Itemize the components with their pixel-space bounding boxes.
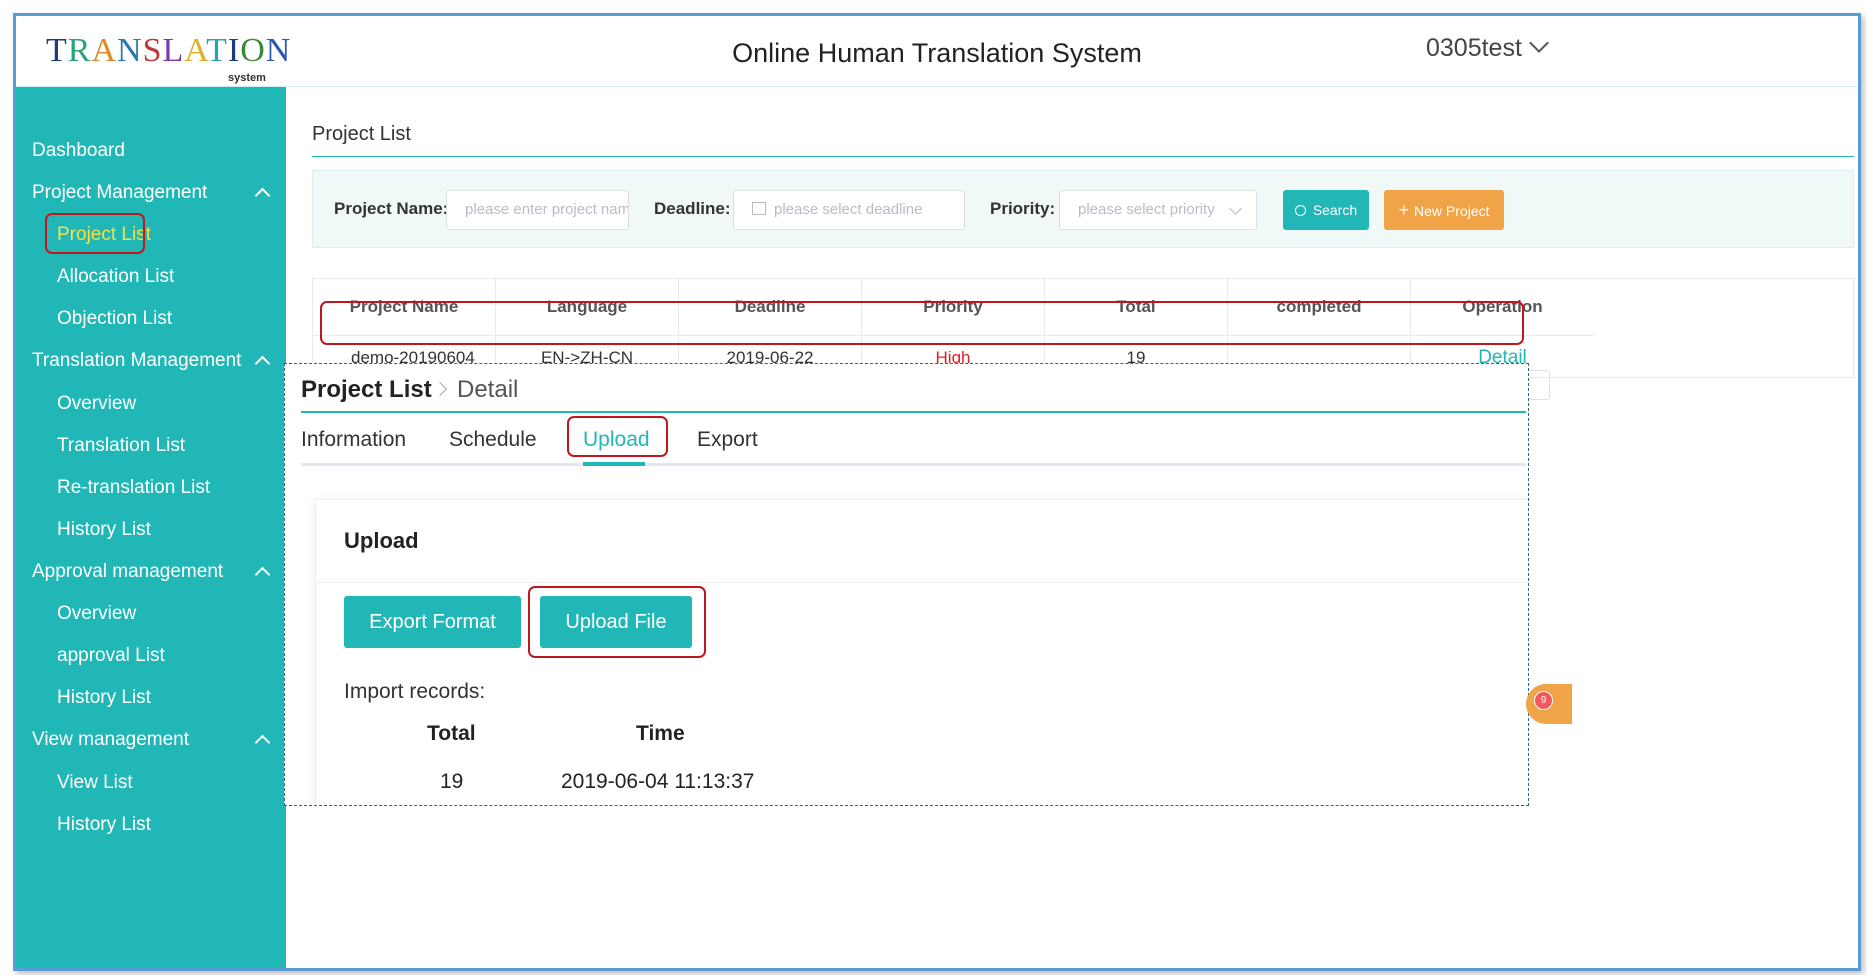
page-breadcrumb: Project List	[312, 123, 411, 145]
sidebar-item-approval-history[interactable]: History List	[16, 678, 286, 718]
sidebar-item-allocation-list[interactable]: Allocation List	[16, 257, 286, 297]
sidebar-item-translation-list[interactable]: Translation List	[16, 426, 286, 466]
sidebar-item-approval-list[interactable]: approval List	[16, 636, 286, 676]
sidebar-item-objection-list[interactable]: Objection List	[16, 299, 286, 339]
top-header: TRANSLATION system Online Human Translat…	[16, 16, 1858, 87]
breadcrumb-divider	[312, 156, 1854, 157]
sidebar-item-view-history[interactable]: History List	[16, 805, 286, 845]
import-records-label: Import records:	[344, 680, 486, 703]
tab-schedule[interactable]: Schedule	[449, 428, 537, 452]
tab-information[interactable]: Information	[301, 428, 406, 452]
chevron-up-icon	[254, 566, 271, 583]
breadcrumb-divider	[301, 411, 1526, 413]
sidebar-item-translation-history[interactable]: History List	[16, 510, 286, 550]
upload-card-title: Upload	[344, 528, 419, 553]
notification-badge: 9	[1534, 691, 1553, 710]
breadcrumb-project-list[interactable]: Project List	[301, 376, 432, 404]
sidebar-group-project-management[interactable]: Project Management	[16, 173, 286, 213]
highlight-upload-tab	[567, 416, 668, 457]
breadcrumb-detail: Detail	[457, 376, 519, 403]
chevron-up-icon	[254, 355, 271, 372]
user-menu[interactable]: 0305test	[1426, 33, 1549, 63]
project-name-input[interactable]: please enter project nam	[446, 190, 629, 230]
records-header-total: Total	[427, 722, 476, 745]
highlight-table-row	[320, 301, 1524, 345]
sidebar-item-translation-overview[interactable]: Overview	[16, 384, 286, 424]
sidebar-group-view-management[interactable]: View management	[16, 720, 286, 760]
project-name-label: Project Name:	[334, 199, 449, 218]
detail-panel: Project List Detail Information Schedule…	[284, 363, 1529, 806]
new-project-button[interactable]: + New Project	[1384, 190, 1504, 230]
record-total: 19	[440, 770, 464, 793]
tabs-track	[301, 463, 1526, 466]
calendar-icon	[752, 202, 766, 215]
username: 0305test	[1426, 34, 1522, 62]
deadline-label: Deadline:	[654, 199, 731, 218]
record-time: 2019-06-04 11:13:37	[561, 770, 755, 793]
highlight-upload-button	[528, 586, 706, 658]
plus-icon: +	[1398, 200, 1410, 220]
sidebar-item-dashboard[interactable]: Dashboard	[16, 131, 286, 171]
app-title: Online Human Translation System	[732, 38, 1142, 68]
sidebar: Dashboard Project Management Project Lis…	[16, 87, 286, 968]
export-format-button[interactable]: Export Format	[344, 596, 521, 648]
priority-select[interactable]: please select priority	[1059, 190, 1257, 230]
partial-control	[1529, 370, 1550, 400]
upload-card: Upload Export Format Upload File Import …	[315, 499, 1528, 805]
sidebar-item-approval-overview[interactable]: Overview	[16, 594, 286, 634]
chevron-up-icon	[254, 187, 271, 204]
sidebar-group-translation-management[interactable]: Translation Management	[16, 341, 286, 381]
sidebar-group-approval-management[interactable]: Approval management	[16, 552, 286, 592]
records-header-time: Time	[636, 722, 685, 745]
app-window: TRANSLATION system Online Human Translat…	[13, 13, 1861, 971]
priority-label: Priority:	[990, 199, 1056, 218]
card-divider	[316, 582, 1528, 583]
active-tab-indicator	[583, 462, 645, 466]
logo-subtitle: system	[228, 72, 266, 84]
search-button[interactable]: Search	[1283, 190, 1369, 230]
highlight-project-list	[45, 213, 145, 254]
chevron-down-icon	[1229, 202, 1242, 215]
sidebar-item-retranslation-list[interactable]: Re-translation List	[16, 468, 286, 508]
filter-bar: Project Name: please enter project nam D…	[312, 170, 1854, 248]
tab-export[interactable]: Export	[697, 428, 758, 452]
chevron-right-icon	[432, 381, 448, 397]
deadline-picker[interactable]: please select deadline	[733, 190, 965, 230]
sidebar-item-view-list[interactable]: View List	[16, 763, 286, 803]
chevron-up-icon	[254, 734, 271, 751]
search-icon	[1294, 205, 1306, 216]
chevron-down-icon	[1529, 33, 1549, 53]
